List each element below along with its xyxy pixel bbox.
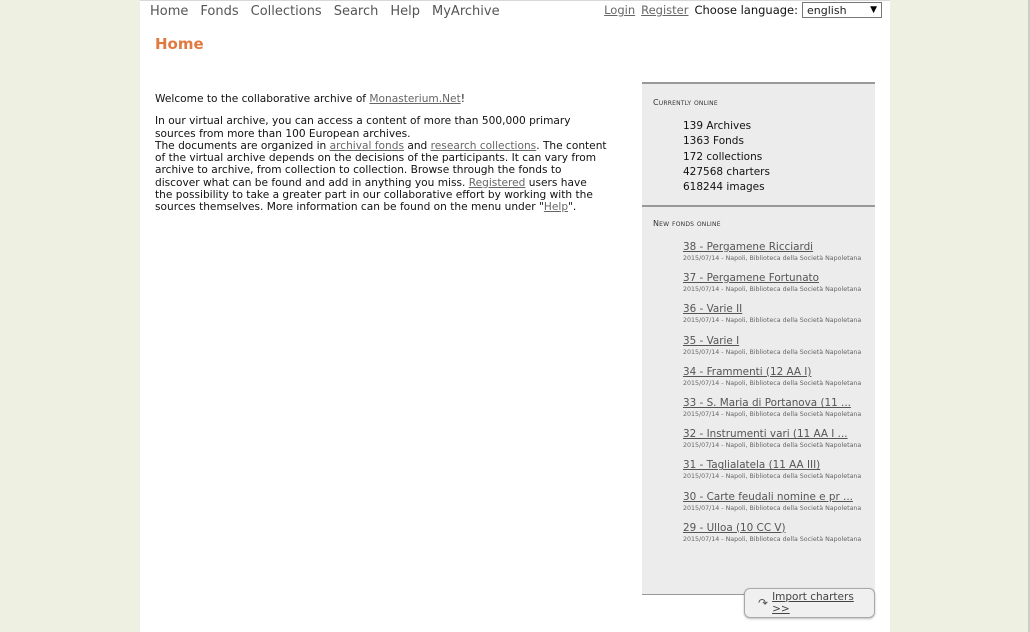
list-item: 34 - Frammenti (12 AA I) 2015/07/14 - Nap… <box>683 366 875 397</box>
stat-collections: 172 collections <box>683 150 763 163</box>
help-link[interactable]: Help <box>544 201 568 213</box>
fonds-link[interactable]: 30 - Carte feudali nomine e pr ... <box>683 491 875 504</box>
registered-link[interactable]: Registered <box>469 177 526 189</box>
sidebar: Currently online 139 Archives 1363 Fonds… <box>642 82 875 595</box>
register-link[interactable]: Register <box>641 3 688 17</box>
currently-online-heading: Currently online <box>653 98 718 107</box>
intro-text-6: ". <box>568 201 577 214</box>
nav-myarchive[interactable]: MyArchive <box>432 4 500 19</box>
user-bar: Login Register Choose language: english … <box>604 2 882 18</box>
fonds-link[interactable]: 38 - Pergamene Ricciardi <box>683 241 875 254</box>
intro-text-1: In our virtual archive, you can access a… <box>155 115 571 140</box>
language-label: Choose language: <box>694 3 798 17</box>
intro-text-3: and <box>403 139 431 152</box>
fonds-link[interactable]: 36 - Varie II <box>683 303 875 316</box>
welcome-text-end: ! <box>460 93 465 105</box>
fonds-link[interactable]: 34 - Frammenti (12 AA I) <box>683 366 875 379</box>
fonds-meta: 2015/07/14 - Napoli, Biblioteca della So… <box>683 348 862 356</box>
nav-fonds[interactable]: Fonds <box>200 4 238 19</box>
list-item: 38 - Pergamene Ricciardi 2015/07/14 - Nap… <box>683 241 875 272</box>
list-item: 30 - Carte feudali nomine e pr ... 2015/0… <box>683 491 875 522</box>
list-item: 31 - Taglialatela (11 AA III) 2015/07/14 … <box>683 459 875 490</box>
nav-help[interactable]: Help <box>390 4 420 19</box>
import-arrow-icon: ↷ <box>758 596 769 610</box>
sidebar-divider <box>642 205 875 207</box>
nav-home[interactable]: Home <box>150 4 188 19</box>
fonds-meta: 2015/07/14 - Napoli, Biblioteca della So… <box>683 410 862 418</box>
fonds-link[interactable]: 29 - Ulloa (10 CC V) <box>683 522 875 535</box>
stat-archives: 139 Archives <box>683 120 752 132</box>
nav-search[interactable]: Search <box>334 4 379 19</box>
stat-fonds: 1363 Fonds <box>683 135 744 148</box>
fonds-meta: 2015/07/14 - Napoli, Biblioteca della So… <box>683 379 862 387</box>
login-link[interactable]: Login <box>604 3 635 17</box>
intro-text-2: The documents are organized in <box>155 139 330 152</box>
intro-paragraph: In our virtual archive, you can access a… <box>155 115 607 213</box>
import-charters-label: Import charters >> <box>772 591 854 615</box>
welcome-content: Welcome to the collaborative archive of … <box>155 93 607 224</box>
online-stats: 139 Archives 1363 Fonds 172 collections … <box>683 119 770 195</box>
fonds-link[interactable]: 35 - Varie I <box>683 335 875 348</box>
archival-fonds-link[interactable]: archival fonds <box>330 140 404 152</box>
new-fonds-list: 38 - Pergamene Ricciardi 2015/07/14 - Nap… <box>683 241 875 553</box>
fonds-meta: 2015/07/14 - Napoli, Biblioteca della So… <box>683 317 862 325</box>
main-navigation: Home Fonds Collections Search Help MyArc… <box>150 4 500 19</box>
list-item: 33 - S. Maria di Portanova (11 ... 2015/0… <box>683 397 875 428</box>
fonds-meta: 2015/07/14 - Napoli, Biblioteca della So… <box>683 473 862 481</box>
welcome-text: Welcome to the collaborative archive of <box>155 93 370 105</box>
monasterium-link[interactable]: Monasterium.Net <box>369 93 460 105</box>
fonds-meta: 2015/07/14 - Napoli, Biblioteca della So… <box>683 286 862 294</box>
fonds-link[interactable]: 33 - S. Maria di Portanova (11 ... <box>683 397 875 410</box>
language-select[interactable]: english ▼ <box>802 2 882 18</box>
stat-charters: 427568 charters <box>683 165 770 178</box>
fonds-meta: 2015/07/14 - Napoli, Biblioteca della So… <box>683 535 862 543</box>
list-item: 35 - Varie I 2015/07/14 - Napoli, Bibliot… <box>683 335 875 366</box>
list-item: 29 - Ulloa (10 CC V) 2015/07/14 - Napoli,… <box>683 522 875 553</box>
import-charters-button[interactable]: ↷ Import charters >> <box>744 588 875 618</box>
page-title: Home <box>155 35 204 53</box>
fonds-link[interactable]: 32 - Instrumenti vari (11 AA I ... <box>683 428 875 441</box>
welcome-paragraph: Welcome to the collaborative archive of … <box>155 93 607 105</box>
fonds-link[interactable]: 31 - Taglialatela (11 AA III) <box>683 459 875 472</box>
stat-images: 618244 images <box>683 181 765 194</box>
fonds-meta: 2015/07/14 - Napoli, Biblioteca della So… <box>683 442 862 450</box>
list-item: 37 - Pergamene Fortunato 2015/07/14 - Nap… <box>683 272 875 303</box>
list-item: 32 - Instrumenti vari (11 AA I ... 2015/0… <box>683 428 875 459</box>
new-fonds-heading: New fonds online <box>653 219 721 228</box>
list-item: 36 - Varie II 2015/07/14 - Napoli, Biblio… <box>683 303 875 334</box>
page-container: Home Fonds Collections Search Help MyArc… <box>140 0 890 632</box>
research-collections-link[interactable]: research collections <box>431 140 537 152</box>
fonds-meta: 2015/07/14 - Napoli, Biblioteca della So… <box>683 255 862 262</box>
language-select-value: english <box>807 3 847 17</box>
dropdown-arrow-icon: ▼ <box>870 5 877 15</box>
nav-collections[interactable]: Collections <box>251 4 322 19</box>
fonds-meta: 2015/07/14 - Napoli, Biblioteca della So… <box>683 504 862 512</box>
fonds-link[interactable]: 37 - Pergamene Fortunato <box>683 272 875 285</box>
